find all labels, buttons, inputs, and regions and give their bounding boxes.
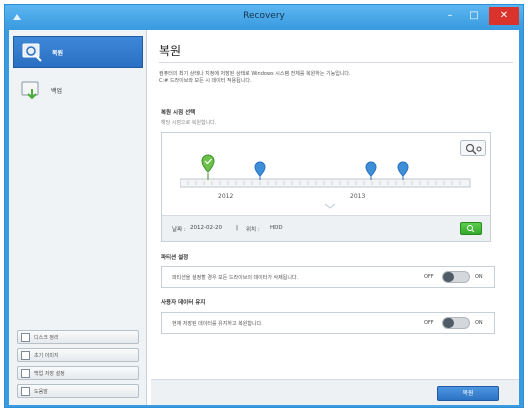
magnify-icon [467,225,475,233]
backup-icon [21,81,39,100]
description-line-1: 컴퓨터의 최기 상태나 지정에 저장된 상태로 Windows 시스템 전체를 … [159,71,351,77]
restore-icon [22,43,42,62]
sidebar-item-label: 복원 [52,50,64,57]
timeline-label-2012: 2012 [218,193,233,200]
backup-settings-icon [21,369,30,378]
date-label: 날짜 : [172,227,186,233]
partition-text: 파티션을 설정할 경우 모든 드라이브의 데이터가 삭제됩니다. [172,275,299,281]
page-title: 복원 [159,44,182,58]
user-data-off-label: OFF [424,320,434,326]
sidebar-item-label: 백업 [51,88,63,95]
disk-cleanup-button[interactable]: 디스크 정리 [17,330,139,344]
title-divider [159,62,513,63]
restore-button[interactable]: 복원 [437,386,499,401]
partition-option: 파티션을 설정할 경우 모든 드라이브의 데이터가 삭제됩니다. OFF ON [161,266,495,288]
restore-point-marker[interactable] [254,161,266,180]
partition-title: 파티션 설정 [161,255,189,261]
timeline-track[interactable]: 2012 2013 [180,153,480,209]
restore-point-subtitle: 해당 시점으로 복원합니다. [161,120,217,126]
description-line-2: C:# 드라이브와 모든 시 데이터 적용됩니다. [159,78,252,84]
title-bar: Recovery – □ ✕ [5,5,523,29]
restore-point-details: 날짜 : 2012-02-20 | 위치 : HDD [162,215,490,241]
user-data-on-label: ON [475,320,483,326]
timeline-label-2013: 2013 [350,193,365,200]
user-data-toggle[interactable] [442,317,470,329]
minimize-button[interactable]: – [439,7,461,25]
location-label: 위치 : [246,227,260,233]
toggle-knob [443,318,454,328]
client-area: 복원 백업 디스크 정리 초기 이미지 백업 저장 설정 도움말 복원 컴퓨터의… [9,30,519,405]
help-button[interactable]: 도움말 [17,384,139,398]
initial-image-button[interactable]: 초기 이미지 [17,348,139,362]
user-data-option: 현재 저장된 데이터를 유지하고 복원합니다. OFF ON [161,312,495,334]
initial-image-icon [21,351,30,360]
disk-cleanup-icon [21,333,30,342]
maximize-button[interactable]: □ [463,7,485,25]
user-data-title: 사용자 데이터 유지 [161,300,206,306]
action-bar: 복원 [151,379,519,405]
sidebar-item-backup[interactable]: 백업 [13,75,143,107]
detail-separator: | [236,225,239,231]
location-value: HDD [270,225,283,231]
restore-point-marker-selected[interactable] [201,154,215,180]
recovery-window: Recovery – □ ✕ 복원 백업 디스크 정리 초기 이미지 백업 저장… [4,4,524,408]
backup-settings-button[interactable]: 백업 저장 설정 [17,366,139,380]
user-data-text: 현재 저장된 데이터를 유지하고 복원합니다. [172,321,263,327]
restore-point-confirm-button[interactable] [460,222,482,235]
restore-point-marker[interactable] [397,161,409,180]
partition-on-label: ON [475,274,483,280]
restore-point-marker[interactable] [365,161,377,180]
partition-toggle[interactable] [442,271,470,283]
toggle-knob [443,272,454,282]
date-value: 2012-02-20 [190,225,222,231]
help-icon [21,387,30,396]
sidebar: 복원 백업 디스크 정리 초기 이미지 백업 저장 설정 도움말 [9,30,147,405]
partition-off-label: OFF [424,274,434,280]
main-panel: 복원 컴퓨터의 최기 상태나 지정에 저장된 상태로 Windows 시스템 전… [151,30,519,405]
restore-point-timeline-panel: 2012 2013 날짜: 2012-02-20 | 위치: HDD [161,132,491,242]
restore-point-title: 복원 시점 선택 [161,110,196,116]
sidebar-item-restore[interactable]: 복원 [13,36,143,68]
close-button[interactable]: ✕ [489,7,519,25]
